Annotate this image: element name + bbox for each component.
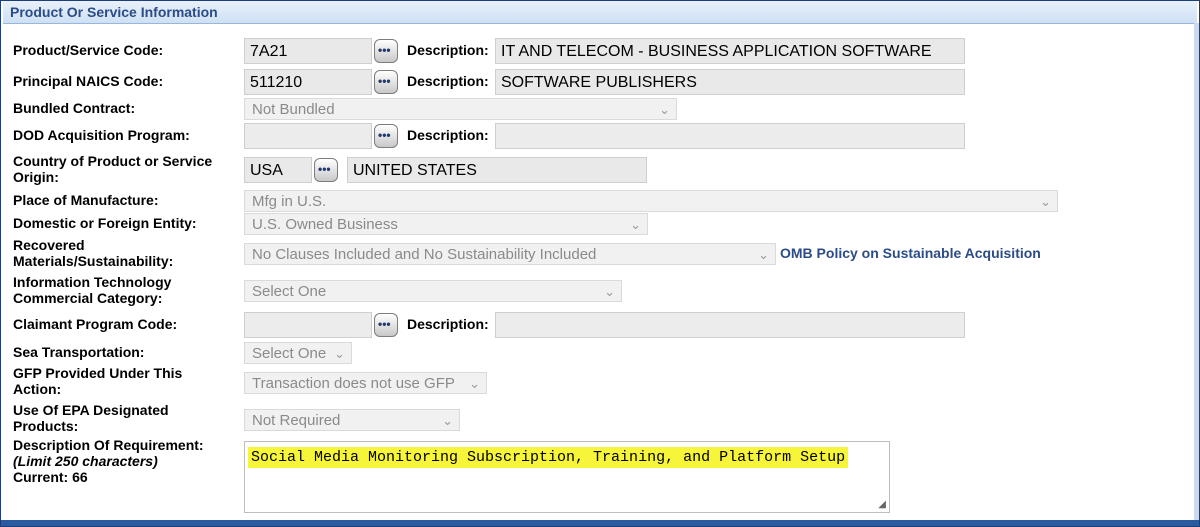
requirement-limit-note: (Limit 250 characters) <box>13 453 158 469</box>
requirement-textarea[interactable]: Social Media Monitoring Subscription, Tr… <box>244 441 890 513</box>
itcc-value: Select One <box>252 283 327 300</box>
itcc-select[interactable]: Select One ⌄ <box>244 280 622 302</box>
recovered-label-line2: Materials/Sustainability: <box>13 253 174 269</box>
naics-lookup-button[interactable]: ••• <box>374 70 398 94</box>
claimant-description-field <box>495 312 965 338</box>
sea-select[interactable]: Select One ⌄ <box>244 342 352 364</box>
claimant-label: Claimant Program Code: <box>13 316 178 332</box>
sea-label: Sea Transportation: <box>13 344 145 360</box>
dod-lookup-button[interactable]: ••• <box>374 124 398 148</box>
chevron-down-icon: ⌄ <box>758 247 769 262</box>
requirement-label: Description Of Requirement: (Limit 250 c… <box>13 437 204 485</box>
psc-lookup-button[interactable]: ••• <box>374 39 398 63</box>
itcc-label-line2: Commercial Category: <box>13 290 163 306</box>
domestic-label: Domestic or Foreign Entity: <box>13 215 197 231</box>
dod-description-field <box>495 123 965 149</box>
ellipsis-lookup-icon: ••• <box>378 317 391 331</box>
country-label-line2: Origin: <box>13 169 59 185</box>
ellipsis-lookup-icon: ••• <box>318 162 331 176</box>
ellipsis-lookup-icon: ••• <box>378 128 391 142</box>
scrollbar-track[interactable] <box>1194 23 1199 520</box>
recovered-label-line1: Recovered <box>13 237 85 253</box>
place-label: Place of Manufacture: <box>13 192 159 208</box>
country-lookup-button[interactable]: ••• <box>314 158 338 182</box>
chevron-down-icon: ⌄ <box>334 346 345 361</box>
epa-label-line1: Use Of EPA Designated <box>13 402 169 418</box>
chevron-down-icon: ⌄ <box>630 217 641 232</box>
naics-label: Principal NAICS Code: <box>13 73 164 89</box>
itcc-label: Information Technology Commercial Catego… <box>13 274 171 306</box>
country-description-field: UNITED STATES <box>347 157 647 183</box>
epa-value: Not Required <box>252 412 341 429</box>
domestic-select[interactable]: U.S. Owned Business ⌄ <box>244 213 648 235</box>
naics-description-field: SOFTWARE PUBLISHERS <box>495 69 965 95</box>
omb-policy-link[interactable]: OMB Policy on Sustainable Acquisition <box>780 245 1041 261</box>
bundled-value: Not Bundled <box>252 101 335 118</box>
bottom-border <box>1 520 1199 526</box>
claimant-lookup-button[interactable]: ••• <box>374 313 398 337</box>
gfp-label-line2: Action: <box>13 381 62 397</box>
gfp-select[interactable]: Transaction does not use GFP ⌄ <box>244 372 487 394</box>
epa-select[interactable]: Not Required ⌄ <box>244 409 460 431</box>
epa-label: Use Of EPA Designated Products: <box>13 402 169 434</box>
domestic-value: U.S. Owned Business <box>252 216 398 233</box>
itcc-label-line1: Information Technology <box>13 274 172 290</box>
place-value: Mfg in U.S. <box>252 193 327 210</box>
sea-value: Select One <box>252 345 327 362</box>
ellipsis-lookup-icon: ••• <box>378 43 391 57</box>
bundled-label: Bundled Contract: <box>13 100 136 116</box>
country-label: Country of Product or Service Origin: <box>13 153 212 185</box>
dod-label: DOD Acquisition Program: <box>13 127 190 143</box>
recovered-select[interactable]: No Clauses Included and No Sustainabilit… <box>244 243 776 265</box>
gfp-label: GFP Provided Under This Action: <box>13 365 182 397</box>
ellipsis-lookup-icon: ••• <box>378 74 391 88</box>
naics-input[interactable]: 511210 <box>244 69 372 95</box>
requirement-text: Social Media Monitoring Subscription, Tr… <box>248 447 849 468</box>
section-header: Product Or Service Information <box>3 1 1197 24</box>
requirement-label-line1: Description Of Requirement: <box>13 437 204 453</box>
recovered-label: Recovered Materials/Sustainability: <box>13 237 173 269</box>
resize-grip-icon[interactable]: ◢ <box>878 499 886 510</box>
recovered-value: No Clauses Included and No Sustainabilit… <box>252 246 597 263</box>
chevron-down-icon: ⌄ <box>1040 194 1051 209</box>
psc-description-field: IT AND TELECOM - BUSINESS APPLICATION SO… <box>495 38 965 64</box>
bundled-select[interactable]: Not Bundled ⌄ <box>244 98 677 120</box>
gfp-value: Transaction does not use GFP <box>252 375 455 392</box>
epa-label-line2: Products: <box>13 418 79 434</box>
chevron-down-icon: ⌄ <box>604 284 615 299</box>
section-title: Product Or Service Information <box>10 4 218 20</box>
gfp-label-line1: GFP Provided Under This <box>13 365 183 381</box>
chevron-down-icon: ⌄ <box>442 413 453 428</box>
chevron-down-icon: ⌄ <box>659 102 670 117</box>
requirement-count: Current: 66 <box>13 469 88 485</box>
place-select[interactable]: Mfg in U.S. ⌄ <box>244 190 1058 212</box>
psc-description-label: Description: <box>407 42 489 58</box>
claimant-description-label: Description: <box>407 316 489 332</box>
naics-description-label: Description: <box>407 73 489 89</box>
country-input[interactable]: USA <box>244 157 312 183</box>
form-panel: Product Or Service Information Product/S… <box>0 0 1200 527</box>
dod-input[interactable] <box>244 123 372 149</box>
dod-description-label: Description: <box>407 127 489 143</box>
country-label-line1: Country of Product or Service <box>13 153 213 169</box>
claimant-input[interactable] <box>244 312 372 338</box>
chevron-down-icon: ⌄ <box>469 376 480 391</box>
psc-input[interactable]: 7A21 <box>244 38 372 64</box>
psc-label: Product/Service Code: <box>13 42 164 58</box>
